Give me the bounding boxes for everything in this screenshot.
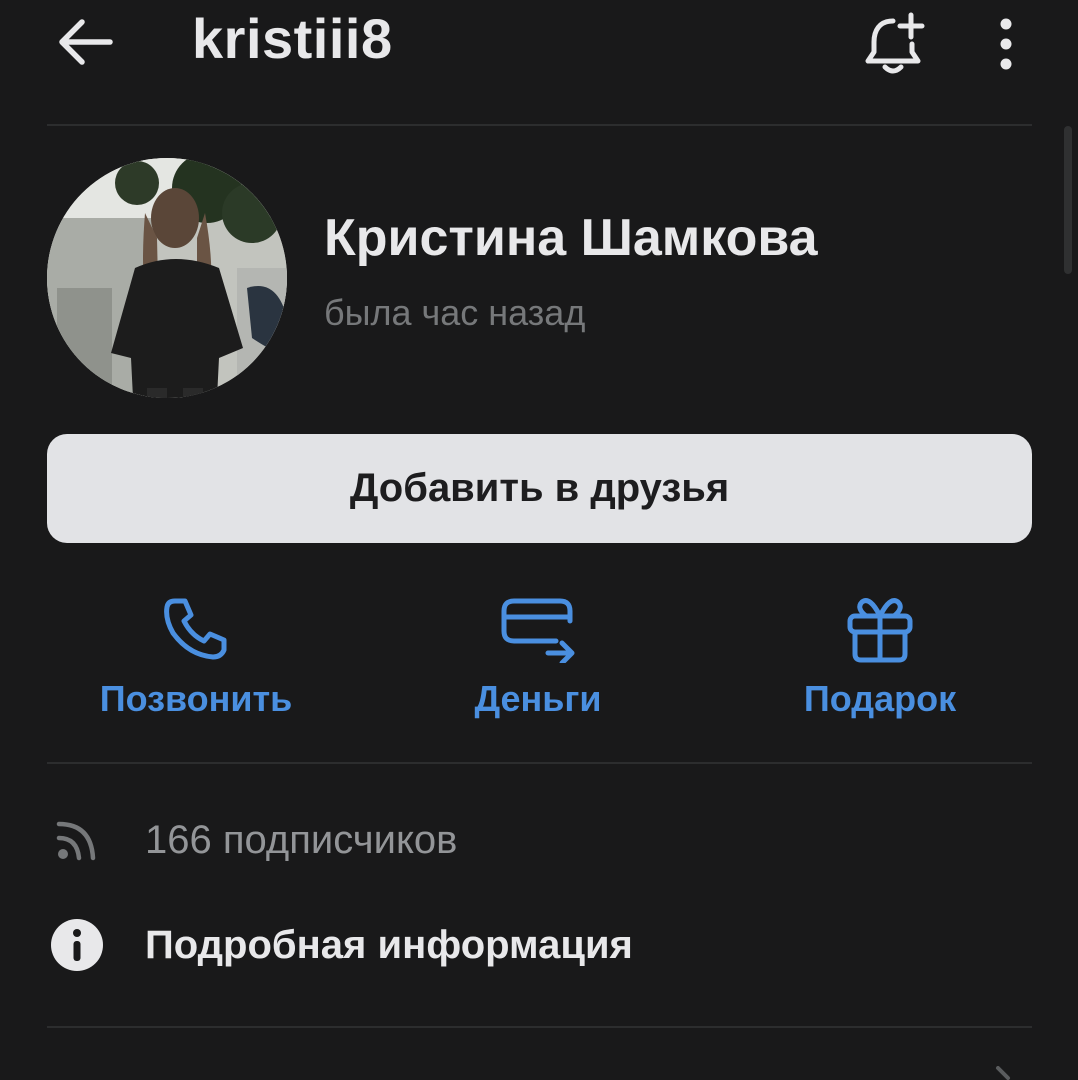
profile-full-name: Кристина Шамкова — [324, 209, 818, 267]
scrollbar[interactable] — [1064, 126, 1072, 274]
more-options-button[interactable] — [980, 8, 1032, 80]
call-action[interactable]: Позвонить — [92, 588, 300, 720]
subscribers-row[interactable]: 166 подписчиков — [47, 808, 1032, 872]
last-seen-status: была час назад — [324, 292, 586, 333]
bell-plus-icon — [865, 12, 925, 74]
gift-action[interactable]: Подарок — [790, 588, 970, 720]
info-icon — [47, 915, 107, 975]
phone-icon — [154, 588, 238, 668]
call-action-label: Позвонить — [99, 678, 293, 719]
info-divider — [47, 1026, 1032, 1028]
detailed-info-label: Подробная информация — [145, 922, 633, 967]
add-friend-button[interactable]: Добавить в друзья — [47, 434, 1032, 543]
arrow-left-icon — [59, 19, 113, 65]
top-bar: kristiii8 — [0, 0, 1078, 125]
money-action[interactable]: Деньги — [458, 588, 618, 720]
avatar-photo — [47, 158, 287, 398]
more-vertical-icon — [1000, 18, 1012, 70]
chevron-right-icon — [996, 1066, 1010, 1080]
profile-screen: kristiii8 Кристина Шамкова была час наза… — [0, 0, 1078, 1080]
money-action-label: Деньги — [474, 678, 602, 719]
header-divider — [47, 124, 1032, 126]
detailed-info-row[interactable]: Подробная информация — [47, 913, 1032, 977]
back-button[interactable] — [48, 10, 120, 74]
avatar[interactable] — [47, 158, 287, 398]
page-title-username: kristiii8 — [192, 7, 393, 70]
money-transfer-icon — [496, 588, 580, 668]
rss-icon — [47, 810, 107, 870]
gift-icon — [838, 588, 922, 668]
actions-divider — [47, 762, 1032, 764]
subscribe-notifications-button[interactable] — [852, 6, 936, 82]
gift-action-label: Подарок — [803, 678, 957, 719]
subscribers-count: 166 подписчиков — [145, 817, 458, 862]
